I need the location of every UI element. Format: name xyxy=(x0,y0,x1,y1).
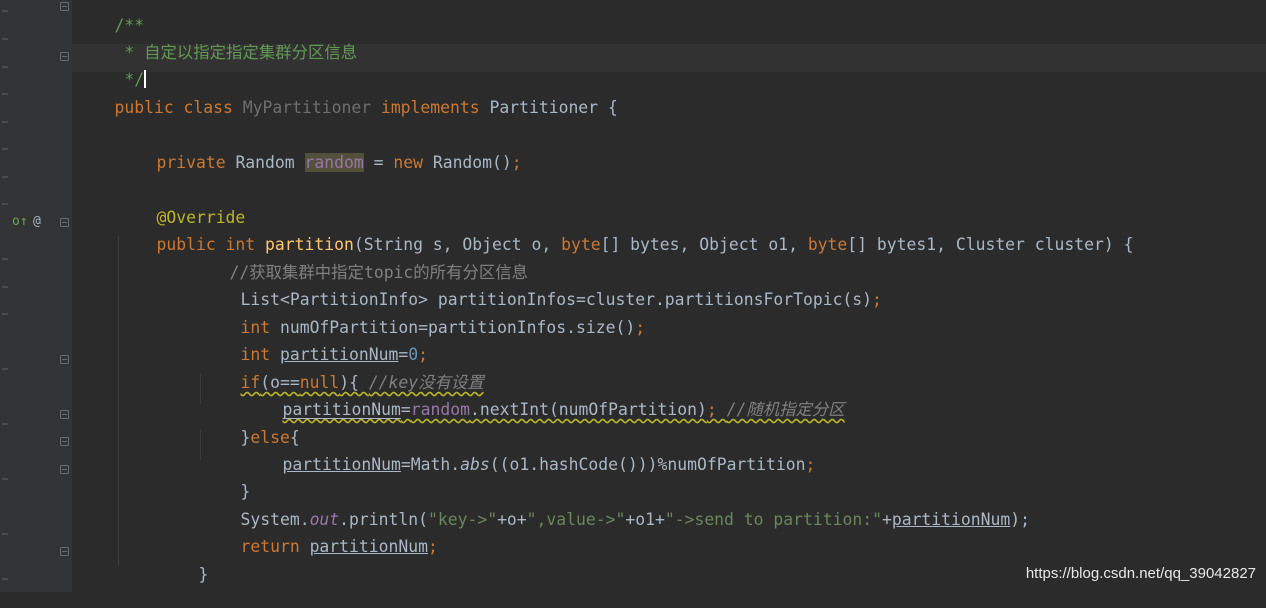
editor-gutter: o↑ @ xyxy=(0,0,72,592)
gutter-tick xyxy=(2,10,8,12)
gutter-tick xyxy=(2,176,8,178)
gutter-tick xyxy=(2,148,8,150)
gutter-tick xyxy=(2,478,8,480)
code-line-21: } xyxy=(198,565,209,584)
override-method-icon[interactable]: o↑ xyxy=(12,213,28,231)
gutter-tick xyxy=(2,423,8,425)
fold-toggle-icon[interactable] xyxy=(60,52,69,61)
fold-toggle-icon[interactable] xyxy=(60,218,69,227)
gutter-tick xyxy=(2,93,8,95)
fold-toggle-icon[interactable] xyxy=(60,437,69,446)
fold-toggle-icon[interactable] xyxy=(60,547,69,556)
gutter-tick xyxy=(2,66,8,68)
gutter-tick xyxy=(2,578,8,580)
gutter-tick xyxy=(2,533,8,535)
gutter-tick xyxy=(2,313,8,315)
fold-toggle-icon[interactable] xyxy=(60,465,69,474)
annotation-icon[interactable]: @ xyxy=(33,213,41,231)
gutter-tick xyxy=(2,121,8,123)
gutter-tick xyxy=(2,38,8,40)
code-line-20: return partitionNum; xyxy=(240,537,438,556)
fold-toggle-icon[interactable] xyxy=(60,410,69,419)
gutter-tick xyxy=(2,203,8,205)
fold-toggle-icon[interactable] xyxy=(60,355,69,364)
watermark: https://blog.csdn.net/qq_39042827 xyxy=(1025,565,1256,582)
gutter-tick xyxy=(2,286,8,288)
gutter-tick xyxy=(2,368,8,370)
indent-guide xyxy=(118,236,119,566)
fold-toggle-icon[interactable] xyxy=(60,2,69,11)
gutter-tick xyxy=(2,258,8,260)
